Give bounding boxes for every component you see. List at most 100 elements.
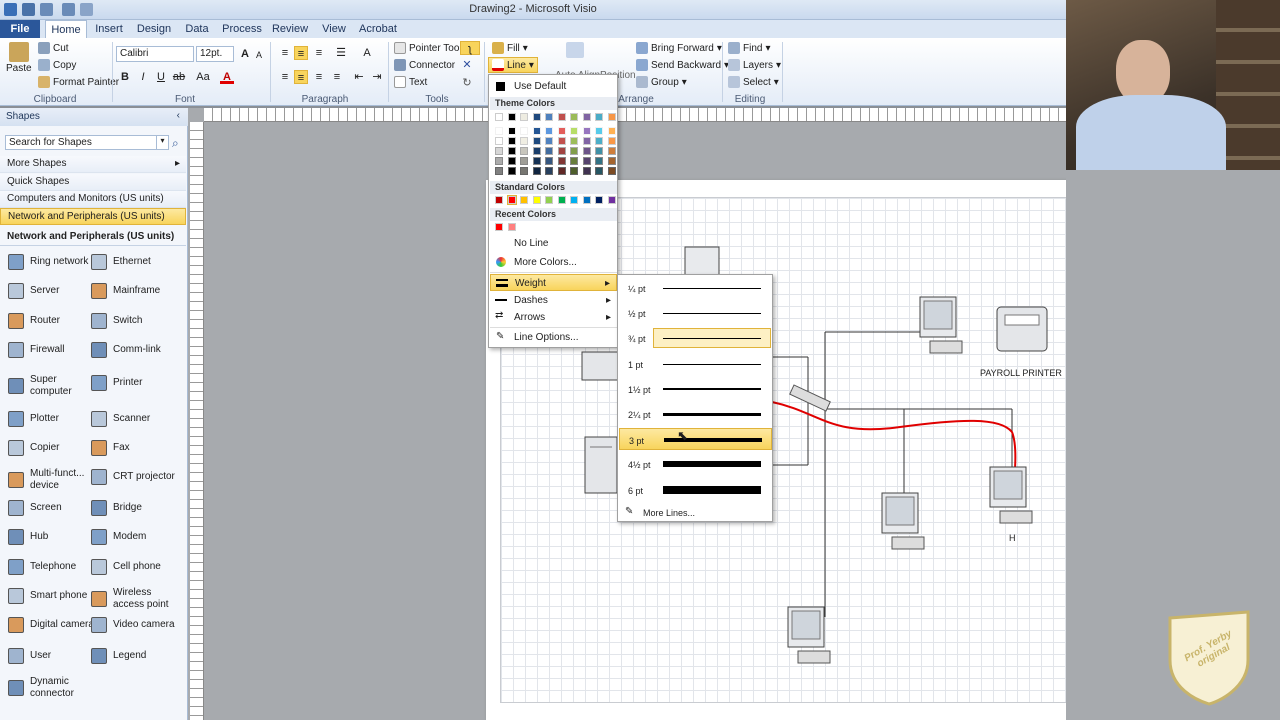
standard-color-swatch[interactable]: [506, 195, 517, 205]
standard-color-swatch[interactable]: [520, 196, 528, 204]
tab-home[interactable]: Home: [45, 20, 87, 38]
theme-color-swatch[interactable]: [557, 113, 566, 121]
theme-color-swatch[interactable]: [520, 147, 528, 155]
freeform-icon[interactable]: ʅ: [460, 41, 480, 55]
send-backward-button[interactable]: Send Backward ▾: [636, 59, 729, 71]
theme-color-swatch[interactable]: [607, 147, 616, 155]
font-name-combo[interactable]: Calibri: [116, 46, 194, 62]
theme-color-swatch[interactable]: [570, 147, 578, 155]
shape-item-video-camera[interactable]: Video camera: [89, 616, 179, 634]
format-painter-button[interactable]: Format Painter: [38, 76, 119, 88]
monitor-shape[interactable]: [919, 296, 963, 354]
decrease-indent-icon[interactable]: ⇤: [352, 70, 366, 84]
arrows-item[interactable]: ⇄ Arrows ▸: [490, 309, 617, 326]
weight-item[interactable]: Weight ▸: [490, 274, 617, 291]
group-button[interactable]: Group ▾: [636, 76, 687, 88]
printer-shape[interactable]: [996, 306, 1048, 352]
line-button[interactable]: Line ▾: [488, 57, 538, 73]
close-icon[interactable]: ✕: [460, 58, 474, 72]
bring-forward-button[interactable]: Bring Forward ▾: [636, 42, 722, 54]
theme-color-swatch[interactable]: [607, 157, 616, 165]
theme-color-swatch[interactable]: [570, 157, 578, 165]
tab-acrobat[interactable]: Acrobat: [358, 20, 398, 38]
printer-shape[interactable]: [581, 351, 623, 381]
theme-color-swatch[interactable]: [557, 137, 566, 145]
weight-option[interactable]: 2¼ pt: [619, 403, 772, 425]
theme-color-swatch[interactable]: [495, 157, 503, 165]
theme-color-swatch[interactable]: [607, 167, 616, 175]
standard-color-swatch[interactable]: [557, 196, 566, 204]
shape-item-user[interactable]: User: [6, 647, 96, 665]
theme-color-swatch[interactable]: [595, 127, 603, 135]
standard-color-swatch[interactable]: [595, 196, 603, 204]
shape-item-fax[interactable]: Fax: [89, 439, 179, 457]
tab-review[interactable]: Review: [270, 20, 310, 38]
tab-view[interactable]: View: [318, 20, 350, 38]
search-icon[interactable]: ⌕: [172, 136, 179, 151]
copy-button[interactable]: Copy: [38, 59, 76, 71]
theme-color-swatch[interactable]: [607, 127, 616, 135]
monitor-shape[interactable]: [989, 466, 1033, 524]
theme-color-swatch[interactable]: [507, 127, 516, 135]
rotate-icon[interactable]: ↻: [460, 76, 474, 90]
theme-color-swatch[interactable]: [557, 127, 566, 135]
text-direction-icon[interactable]: A: [360, 46, 374, 60]
collapse-chevron-icon[interactable]: ‹: [177, 110, 180, 121]
theme-color-swatch[interactable]: [532, 137, 541, 145]
paste-button[interactable]: Paste: [6, 42, 32, 74]
shape-item-switch[interactable]: Switch: [89, 312, 179, 330]
theme-color-swatch[interactable]: [595, 167, 603, 175]
theme-color-swatch[interactable]: [545, 127, 553, 135]
shape-item-bridge[interactable]: Bridge: [89, 499, 179, 517]
theme-color-swatch[interactable]: [582, 147, 591, 155]
align-right-icon[interactable]: ≡: [312, 70, 326, 84]
weight-option[interactable]: 1½ pt: [619, 378, 772, 400]
connector-button[interactable]: Connector: [394, 59, 455, 71]
theme-color-swatch[interactable]: [570, 137, 578, 145]
weight-option[interactable]: 6 pt: [619, 479, 772, 501]
weight-option[interactable]: ¾ pt: [619, 327, 772, 349]
shape-item-modem[interactable]: Modem: [89, 528, 179, 546]
shape-item-telephone[interactable]: Telephone: [6, 558, 96, 576]
shape-item-legend[interactable]: Legend: [89, 647, 179, 665]
standard-color-swatch[interactable]: [532, 196, 541, 204]
theme-color-swatch[interactable]: [582, 167, 591, 175]
text-tool-button[interactable]: Text: [394, 76, 427, 88]
theme-color-swatch[interactable]: [570, 113, 578, 121]
grow-font-icon[interactable]: A: [238, 47, 252, 61]
bold-icon[interactable]: B: [118, 70, 132, 84]
theme-color-swatch[interactable]: [582, 127, 591, 135]
theme-color-swatch[interactable]: [520, 127, 528, 135]
theme-color-swatch[interactable]: [557, 157, 566, 165]
chevron-down-icon[interactable]: ▾: [156, 136, 168, 149]
theme-color-swatch[interactable]: [582, 157, 591, 165]
stencil-network-peripherals[interactable]: Network and Peripherals (US units): [0, 208, 186, 225]
theme-color-swatch[interactable]: [557, 167, 566, 175]
font-color-icon[interactable]: A: [220, 70, 234, 84]
shape-item-mainframe[interactable]: Mainframe: [89, 282, 179, 300]
auto-align-button[interactable]: [566, 42, 584, 58]
more-lines-item[interactable]: ✎ More Lines...: [619, 503, 772, 521]
payroll-printer-label[interactable]: PAYROLL PRINTER: [980, 368, 1062, 378]
shape-item-super-computer[interactable]: Super computer: [6, 374, 96, 398]
standard-color-swatch[interactable]: [545, 196, 553, 204]
font-size-combo[interactable]: 12pt.: [196, 46, 234, 62]
select-button[interactable]: Select ▾: [728, 76, 779, 88]
standard-color-swatch[interactable]: [607, 196, 616, 204]
dashes-item[interactable]: Dashes ▸: [490, 292, 617, 309]
stencil-computers-monitors[interactable]: Computers and Monitors (US units): [0, 191, 186, 208]
server-shape[interactable]: [584, 436, 618, 494]
shape-item-wireless-access-point[interactable]: Wireless access point: [89, 587, 179, 611]
switch-shape[interactable]: [789, 384, 831, 412]
bullets-icon[interactable]: ☰: [334, 46, 348, 60]
tab-process[interactable]: Process: [222, 20, 262, 38]
theme-color-swatch[interactable]: [532, 113, 541, 121]
theme-color-swatch[interactable]: [495, 147, 503, 155]
shape-item-digital-camera[interactable]: Digital camera: [6, 616, 96, 634]
theme-color-swatch[interactable]: [532, 157, 541, 165]
weight-option[interactable]: 1 pt: [619, 353, 772, 375]
tab-file[interactable]: File: [0, 20, 40, 38]
more-colors-item[interactable]: More Colors...: [490, 254, 617, 271]
shape-item-smart-phone[interactable]: Smart phone: [6, 587, 96, 605]
weight-option[interactable]: ½ pt: [619, 302, 772, 324]
